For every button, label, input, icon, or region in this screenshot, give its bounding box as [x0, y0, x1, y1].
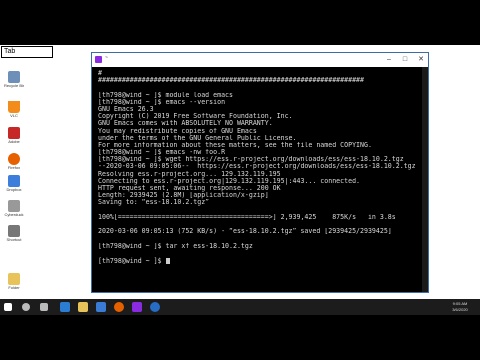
clock-date: 3/6/2020	[452, 307, 468, 312]
terminal-output[interactable]: # ######################################…	[92, 67, 428, 292]
terminal-line: 2020-03-06 09:05:13 (752 KB/s) - “ess-18…	[98, 228, 392, 236]
terminal-line: under the terms of the GNU General Publi…	[98, 134, 297, 142]
terminal-line: For more information about these matters…	[98, 141, 372, 149]
vlc-icon[interactable]: VLC	[4, 101, 24, 118]
terminal-line: ########################################…	[98, 77, 364, 85]
taskbar-clock[interactable]: 9:05 AM 3/6/2020	[443, 301, 477, 313]
text-cursor	[165, 257, 170, 264]
store-icon[interactable]	[96, 302, 106, 312]
terminal-line: #	[98, 70, 102, 77]
desktop-icon-label: VLC	[10, 113, 18, 118]
terminal-line: HTTP request sent, awaiting response... …	[98, 185, 281, 192]
adobe-icon[interactable]: Adobe	[4, 127, 24, 144]
terminal-line: Connecting to ess.r-project.org|129.132.…	[98, 177, 361, 185]
maximize-button[interactable]: □	[398, 53, 412, 67]
terminal-line: GNU Emacs comes with ABSOLUTELY NO WARRA…	[98, 120, 273, 128]
task-view-icon[interactable]	[40, 303, 48, 311]
terminal-line: [th798@wind ~ ]$ emacs --version	[98, 98, 226, 106]
desktop-icons-left: Tab Recycle Bin VLC Adobe Firefox Dropbo…	[0, 45, 56, 299]
shortcut-icon[interactable]: Shortcut	[4, 225, 24, 242]
desktop: Tab Recycle Bin VLC Adobe Firefox Dropbo…	[0, 45, 480, 299]
terminal-titlebar[interactable]: ~ – □ ✕	[92, 53, 428, 67]
taskbar-search-input[interactable]: Tab	[1, 46, 53, 58]
r-icon[interactable]	[150, 302, 160, 312]
recycle-bin-icon[interactable]: Recycle Bin	[4, 71, 24, 88]
terminal-line: [th798@wind ~ ]$ tar xf ess-18.10.2.tgz	[98, 242, 253, 250]
desktop-icon-label: Recycle Bin	[4, 83, 24, 88]
terminal-line: Copyright (C) 2019 Free Software Foundat…	[98, 113, 293, 121]
desktop-icon-label: Folder	[8, 285, 20, 290]
terminal-icon	[95, 56, 102, 63]
terminal-prompt: [th798@wind ~ ]$	[98, 256, 166, 265]
terminal-line: --2020-03-06 09:05:06-- https://ess.r-pr…	[98, 163, 416, 171]
dropbox-icon[interactable]: Dropbox	[4, 175, 24, 192]
desktop-icon-label: Adobe	[8, 139, 20, 144]
minimize-button[interactable]: –	[382, 53, 396, 67]
desktop-icon-label: Dropbox	[6, 187, 22, 192]
taskbar: 9:05 AM 3/6/2020	[0, 299, 480, 315]
terminal-line: Saving to: “ess-18.10.2.tgz”	[98, 199, 210, 207]
terminal-window[interactable]: ~ – □ ✕ # ##############################…	[91, 52, 429, 293]
terminal-line: 100%[===================================…	[98, 213, 396, 221]
close-button[interactable]: ✕	[414, 53, 428, 67]
desktop-right-area	[428, 45, 480, 299]
terminal-scrollbar[interactable]	[422, 67, 428, 292]
explorer-icon[interactable]	[78, 302, 88, 312]
video-frame: Tab Recycle Bin VLC Adobe Firefox Dropbo…	[0, 0, 480, 360]
desktop-icon-label: Cyberduck	[4, 212, 24, 217]
firefox-icon[interactable]: Firefox	[4, 153, 24, 170]
edge-icon[interactable]	[60, 302, 70, 312]
search-icon[interactable]	[22, 303, 30, 311]
terminal-line: You may redistribute copies of GNU Emacs	[98, 127, 257, 135]
folder-icon[interactable]: Folder	[4, 273, 24, 290]
desktop-icon-label: Firefox	[7, 165, 21, 170]
terminal-line: GNU Emacs 26.3	[98, 105, 154, 113]
terminal-line: Resolving ess.r-project.org... 129.132.1…	[98, 170, 281, 178]
cyberduck-icon[interactable]: Cyberduck	[4, 200, 24, 217]
terminal-prompt-line: [th798@wind ~ ]$	[98, 250, 422, 264]
desktop-icon-label: Shortcut	[6, 237, 22, 242]
terminal-line: [th798@wind ~ ]$ emacs -nw foo.R	[98, 149, 226, 157]
start-icon[interactable]	[4, 303, 12, 311]
firefox-icon[interactable]	[114, 302, 124, 312]
terminal-icon[interactable]	[132, 302, 142, 312]
window-title: ~	[105, 55, 108, 61]
terminal-line: [th798@wind ~ ]$ module load emacs	[98, 91, 233, 99]
terminal-line: Length: 2939425 (2.8M) [application/x-gz…	[98, 192, 269, 200]
terminal-line: [th798@wind ~ ]$ wget https://ess.r-proj…	[98, 156, 404, 164]
